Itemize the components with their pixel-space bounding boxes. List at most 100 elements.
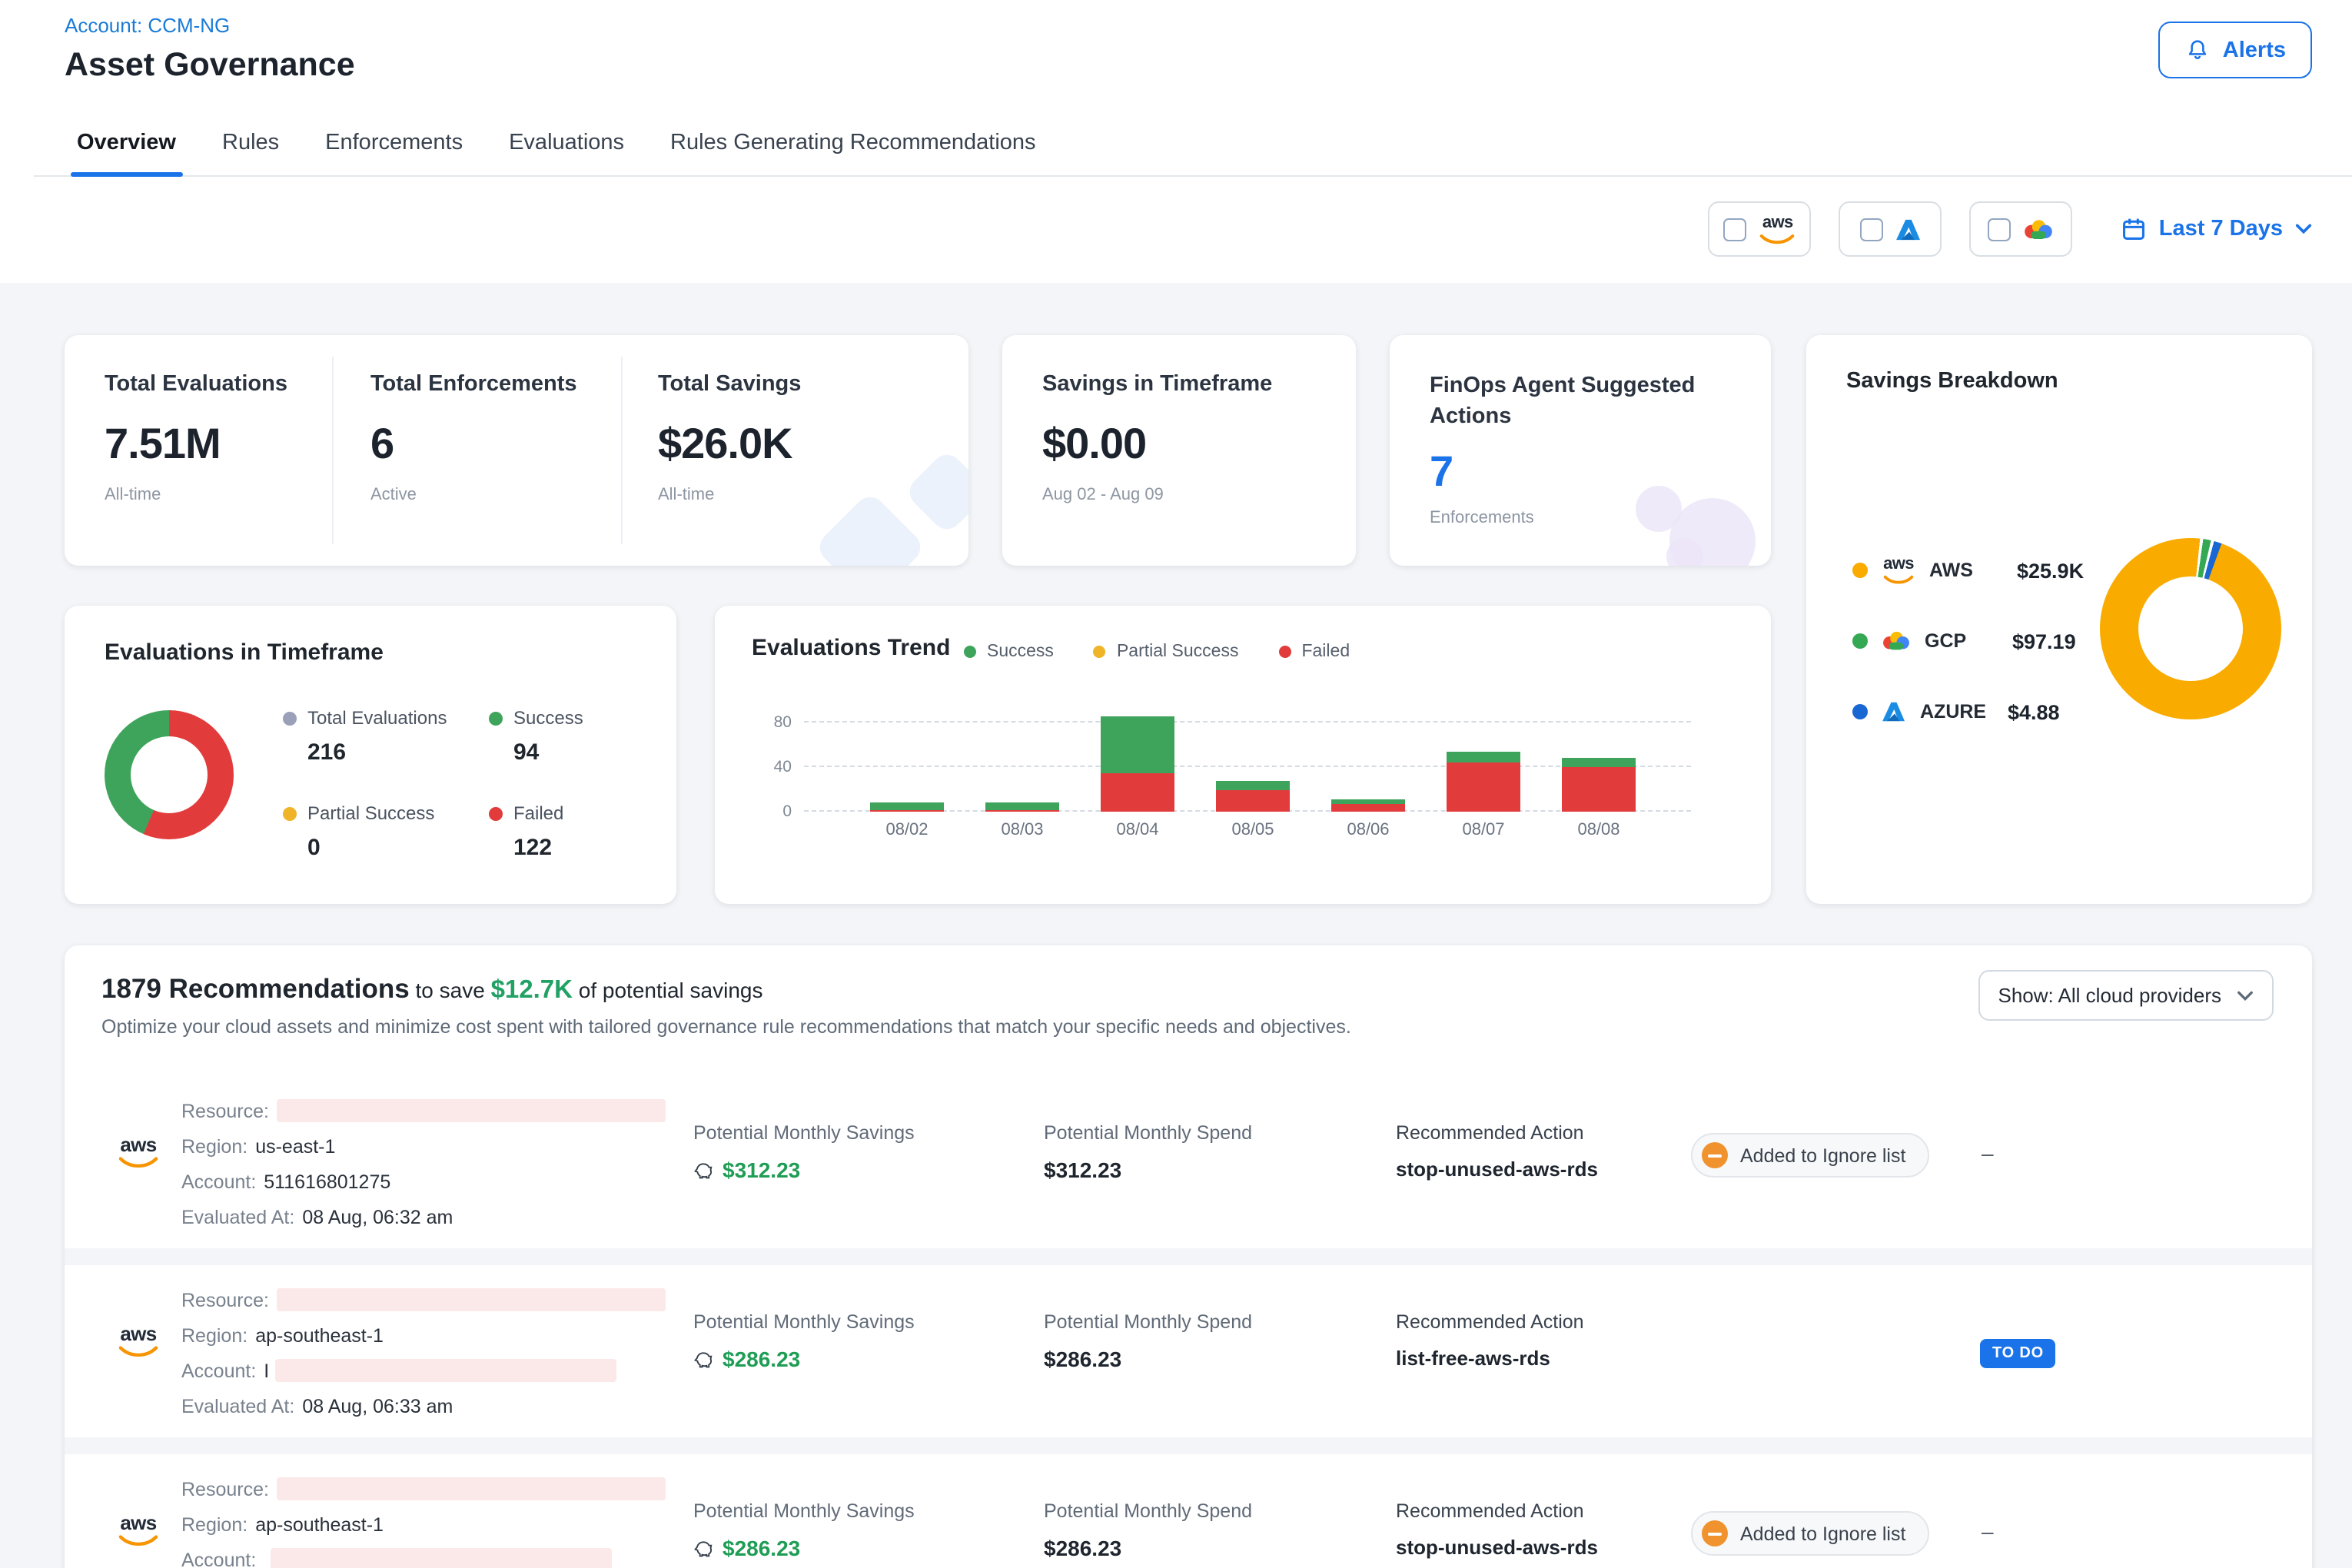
divider (332, 357, 334, 544)
bell-icon (2184, 37, 2211, 63)
recommendations-subtitle: Optimize your cloud assets and minimize … (101, 1016, 1351, 1038)
added-to-ignore-list-chip[interactable]: Added to Ignore list (1691, 1133, 1928, 1178)
trend-bar-failed (1447, 762, 1520, 812)
trend-bar-success (1447, 752, 1520, 763)
resource-details: Resource: Region:ap-southeast-1 Account:… (181, 1282, 666, 1423)
alerts-button[interactable]: Alerts (2158, 22, 2312, 78)
legend-label: Success (987, 643, 1054, 661)
recommendation-rows: aws Resource: Region:us-east-1 Account:5… (65, 1076, 2312, 1568)
tab-overview[interactable]: Overview (77, 111, 176, 175)
stat-value: 6 (370, 420, 577, 469)
savings-value: $286.23 (693, 1347, 915, 1371)
field-label: Resource: (181, 1100, 269, 1121)
trend-x-label: 08/04 (1091, 821, 1184, 839)
gcp-checkbox[interactable] (1988, 218, 2011, 241)
spend-value: $312.23 (1044, 1158, 1252, 1182)
total-color-dot (283, 711, 297, 725)
evaluations-donut (105, 710, 234, 839)
empty-status-dash: – (1982, 1141, 1994, 1165)
aws-checkbox[interactable] (1724, 218, 1747, 241)
added-to-ignore-list-chip[interactable]: Added to Ignore list (1691, 1511, 1928, 1556)
aws-filter-toggle[interactable]: aws (1709, 201, 1812, 257)
recommendations-count: 1879 Recommendations (101, 973, 410, 1004)
y-axis-tick: 0 (752, 802, 792, 821)
spend-column: Potential Monthly Spend $312.23 (1044, 1122, 1252, 1182)
decorative-watermark (813, 490, 926, 566)
field-label: Region: (181, 1513, 247, 1535)
azure-checkbox[interactable] (1860, 218, 1883, 241)
cloud-provider-filter-dropdown[interactable]: Show: All cloud providers (1978, 970, 2274, 1021)
trend-x-label: 08/03 (976, 821, 1068, 839)
column-label: Recommended Action (1396, 1500, 1598, 1522)
trend-x-axis: 08/0208/0308/0408/0508/0608/0708/08 (804, 821, 1691, 845)
redacted-resource (277, 1288, 666, 1311)
failed-color-dot (489, 806, 503, 820)
dropdown-label: Show: All cloud providers (1998, 984, 2222, 1007)
trend-bar-success (1216, 782, 1290, 791)
legend-label: Failed (1301, 643, 1350, 661)
savings-column: Potential Monthly Savings $312.23 (693, 1122, 915, 1182)
evaluations-trend-card: Evaluations Trend Success Partial Succes… (715, 606, 1771, 904)
savings-column: Potential Monthly Savings $286.23 (693, 1500, 915, 1560)
azure-icon (1895, 218, 1922, 241)
trend-bar-failed (1101, 772, 1174, 812)
action-value: stop-unused-aws-rds (1396, 1158, 1598, 1181)
evaluated-value: 08 Aug, 06:33 am (302, 1395, 453, 1417)
date-range-label: Last 7 Days (2159, 217, 2283, 241)
alerts-label: Alerts (2223, 38, 2286, 62)
recommendations-header: 1879 Recommendations to save $12.7K of p… (101, 973, 1351, 1038)
azure-color-dot (1852, 704, 1868, 719)
trend-bar-success (985, 802, 1059, 809)
field-label: Account: (181, 1549, 256, 1568)
breakdown-value: $4.88 (2008, 700, 2060, 723)
legend-success: Success 94 (489, 707, 583, 766)
decorative-watermark (903, 448, 968, 535)
legend-value: 0 (307, 835, 434, 861)
asset-governance-page: Account: CCM-NG Asset Governance Alerts … (0, 0, 2352, 1568)
column-label: Potential Monthly Spend (1044, 1500, 1252, 1522)
piggy-bank-icon (693, 1161, 713, 1179)
tab-rules-generating-recommendations[interactable]: Rules Generating Recommendations (670, 111, 1036, 175)
recommendations-title: 1879 Recommendations to save $12.7K of p… (101, 973, 1351, 1005)
legend-value: 216 (307, 739, 447, 766)
account-breadcrumb[interactable]: Account: CCM-NG (65, 14, 230, 37)
action-value: list-free-aws-rds (1396, 1347, 1584, 1370)
tab-evaluations[interactable]: Evaluations (509, 111, 624, 175)
account-value: I (264, 1360, 269, 1381)
field-label: Resource: (181, 1478, 269, 1500)
recommendations-to-save: to save (416, 978, 485, 1002)
trend-gridline (804, 721, 1691, 723)
aws-icon: aws (1882, 556, 1915, 584)
finops-agent-card: FinOps Agent Suggested Actions 7 Enforce… (1390, 335, 1771, 566)
breakdown-label: AZURE (1920, 701, 1994, 723)
legend-total-evaluations: Total Evaluations 216 (283, 707, 447, 766)
savings-breakdown-card: Savings Breakdown aws AWS $25.9K GCP $97… (1806, 335, 2312, 904)
region-value: us-east-1 (255, 1135, 335, 1157)
redacted-account (270, 1548, 611, 1568)
savings-column: Potential Monthly Savings $286.23 (693, 1311, 915, 1371)
breakdown-value: $97.19 (2012, 630, 2076, 653)
date-range-picker[interactable]: Last 7 Days (2122, 217, 2312, 241)
redacted-resource (277, 1477, 666, 1500)
stat-total-enforcements: Total Enforcements 6 Active (370, 372, 577, 504)
stat-value: $26.0K (658, 420, 801, 469)
trend-x-label: 08/02 (861, 821, 953, 839)
trend-bar-success (1331, 799, 1405, 804)
aws-icon: aws (117, 1324, 160, 1357)
partial-color-dot (1094, 646, 1106, 658)
trend-bar-failed (1562, 767, 1636, 812)
gcp-filter-toggle[interactable] (1970, 201, 2073, 257)
divider (621, 357, 623, 544)
stat-subtitle: All-time (658, 486, 801, 504)
stat-title: Total Enforcements (370, 372, 577, 397)
action-column: Recommended Action stop-unused-aws-rds (1396, 1122, 1598, 1181)
field-label: Region: (181, 1135, 247, 1157)
tab-rules[interactable]: Rules (222, 111, 279, 175)
tab-enforcements[interactable]: Enforcements (325, 111, 463, 175)
aws-icon: aws (1759, 214, 1796, 244)
column-label: Recommended Action (1396, 1311, 1584, 1333)
legend-failed: Failed 122 (489, 802, 563, 861)
trend-gridline (804, 766, 1691, 767)
azure-filter-toggle[interactable] (1839, 201, 1942, 257)
recommendations-savings-total: $12.7K (491, 976, 573, 1004)
